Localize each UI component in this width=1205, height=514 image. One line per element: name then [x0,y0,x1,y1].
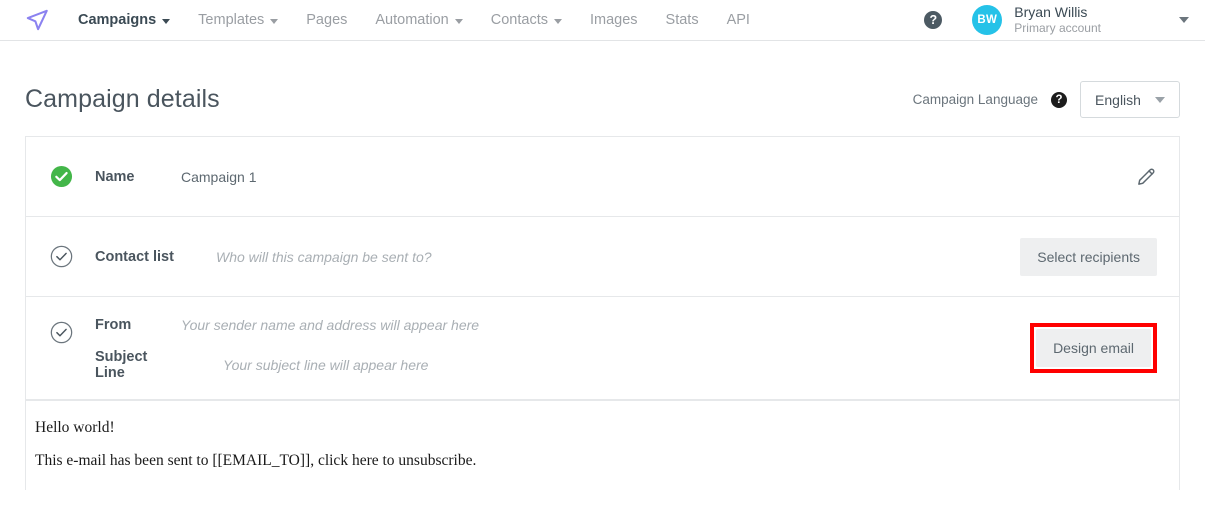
nav-item-contacts[interactable]: Contacts [477,0,576,40]
language-help-icon[interactable]: ? [1051,91,1067,108]
nav-item-label: Campaigns [78,12,157,28]
from-placeholder: Your sender name and address will appear… [181,317,480,333]
nav-item-pages[interactable]: Pages [292,0,361,40]
subject-line: Subject Line Your subject line will appe… [95,349,1030,381]
chevron-down-icon [553,18,562,24]
language-selector-group: Campaign Language ? English [913,81,1180,118]
campaign-details-card: Name Campaign 1 Contact list Who will th… [25,136,1180,400]
chevron-down-icon [162,18,171,24]
row-name: Name Campaign 1 [26,137,1179,217]
navbar-right: ? BW Bryan Willis Primary account [924,0,1205,40]
row-from: From Your sender name and address will a… [26,297,1179,400]
nav-item-stats[interactable]: Stats [652,0,713,40]
nav-item-label: Pages [306,12,348,28]
avatar[interactable]: BW [972,5,1003,35]
row-action-contact-list: Select recipients [1020,237,1157,276]
language-label: Campaign Language [912,92,1038,107]
nav-item-campaigns[interactable]: Campaigns [64,0,184,40]
nav-item-api[interactable]: API [713,0,764,40]
nav-item-label: Stats [665,12,699,28]
chevron-down-icon [1154,96,1165,103]
from-subject-block: From Your sender name and address will a… [95,315,1030,381]
account-info[interactable]: Bryan Willis Primary account [1014,4,1101,37]
preview-line-2: This e-mail has been sent to [[EMAIL_TO]… [35,451,477,469]
select-recipients-button[interactable]: Select recipients [1020,237,1157,276]
check-circle-filled-icon [50,165,73,188]
row-action-from: Design email [1030,315,1157,381]
subject-placeholder: Your subject line will appear here [223,357,429,373]
language-select-value: English [1095,91,1141,108]
preview-line-1: Hello world! [35,419,115,436]
nav-item-label: Templates [198,12,265,28]
nav-item-label: API [726,12,750,28]
nav-item-templates[interactable]: Templates [184,0,292,40]
account-name: Bryan Willis [1014,3,1088,20]
account-chevron-down-icon[interactable] [1179,17,1189,23]
nav-item-label: Contacts [490,12,548,28]
campaign-name-value: Campaign 1 [181,168,257,185]
row-contact-list: Contact list Who will this campaign be s… [26,217,1179,297]
language-select[interactable]: English [1080,81,1180,118]
check-circle-outline-icon [50,245,73,268]
row-label-contact-list: Contact list [95,248,174,265]
top-navbar: Campaigns Templates Pages Automation Con… [0,0,1205,41]
nav-item-label: Automation [375,12,449,28]
chevron-down-icon [454,18,463,24]
row-label-name: Name [95,168,135,185]
nav-items: Campaigns Templates Pages Automation Con… [64,0,764,40]
nav-item-images[interactable]: Images [576,0,652,40]
account-subtitle: Primary account [1014,21,1101,36]
highlight-annotation: Design email [1030,323,1157,373]
chevron-down-icon [270,18,279,24]
contact-list-placeholder: Who will this campaign be sent to? [216,248,432,265]
page-body: Campaign details Campaign Language ? Eng… [0,41,1205,490]
nav-item-automation[interactable]: Automation [361,0,476,40]
row-label-subject: Subject Line [95,349,148,381]
design-email-button[interactable]: Design email [1036,329,1151,367]
check-circle-outline-icon [50,321,73,344]
pencil-icon[interactable] [1135,166,1157,188]
page-header: Campaign details Campaign Language ? Eng… [25,41,1180,136]
from-line: From Your sender name and address will a… [95,317,1030,333]
nav-item-label: Images [589,12,638,28]
help-icon[interactable]: ? [924,11,943,29]
paper-plane-icon[interactable] [22,5,52,35]
page-title: Campaign details [25,85,220,113]
email-preview-panel: Hello world! This e-mail has been sent t… [25,400,1180,490]
row-action-name [1135,166,1157,188]
row-label-from: From [95,317,132,333]
